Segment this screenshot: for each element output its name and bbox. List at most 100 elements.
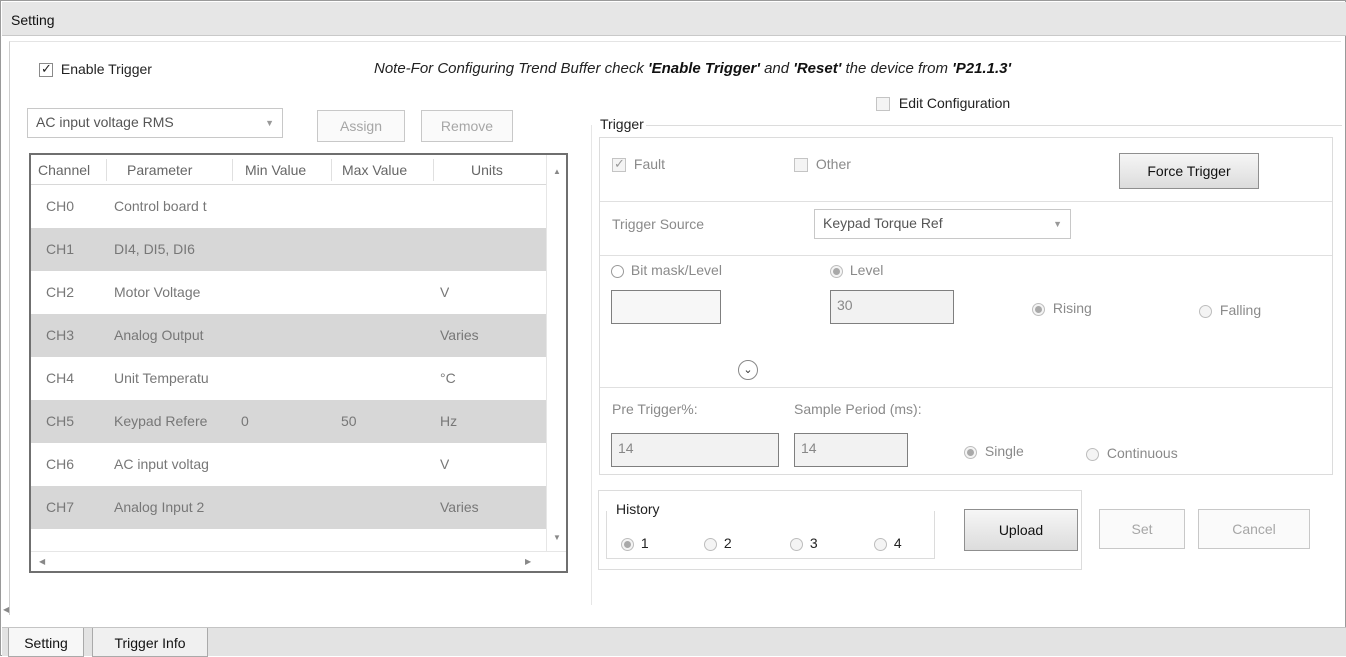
radio-icon (830, 264, 843, 278)
single-radio[interactable]: Single (964, 443, 1024, 459)
cell-channel: CH1 (46, 241, 75, 257)
scroll-left-icon[interactable]: ◀ (39, 557, 45, 566)
history-option-label: 1 (640, 535, 649, 551)
divider (600, 201, 1332, 202)
trigger-group-left-border (591, 125, 592, 605)
single-label: Single (984, 443, 1024, 459)
table-row[interactable]: CH1 DI4, DI5, DI6 (31, 228, 546, 271)
continuous-radio[interactable]: Continuous (1086, 445, 1178, 461)
cell-units: Hz (440, 413, 458, 429)
radio-icon (1199, 304, 1212, 318)
header-separator (433, 159, 434, 181)
upload-button[interactable]: Upload (964, 509, 1078, 551)
trigger-group-border (646, 125, 1342, 126)
radio-icon (874, 537, 887, 551)
header-units: Units (471, 162, 503, 178)
table-row[interactable]: CH2 Motor Voltage V (31, 271, 546, 314)
enable-trigger-checkbox[interactable]: Enable Trigger (39, 61, 152, 78)
scroll-left-icon[interactable]: ◀ (3, 605, 9, 614)
cell-units: Varies (440, 327, 479, 343)
trigger-source-value: Keypad Torque Ref (823, 215, 943, 231)
other-label: Other (815, 156, 851, 172)
history-option-1[interactable]: 1 (621, 535, 649, 551)
table-row[interactable]: CH5 Keypad Refere 0 50 Hz (31, 400, 546, 443)
level-input[interactable]: 30 (830, 290, 954, 324)
radio-icon (1032, 302, 1045, 316)
cancel-button[interactable]: Cancel (1198, 509, 1310, 549)
cell-channel: CH0 (46, 198, 75, 214)
fault-checkbox[interactable]: Fault (612, 156, 665, 173)
header-separator (106, 159, 107, 181)
radio-icon (611, 264, 624, 278)
horizontal-scrollbar[interactable]: ◀ ▶ (31, 551, 566, 571)
scroll-right-icon[interactable]: ▶ (525, 557, 531, 566)
force-trigger-button[interactable]: Force Trigger (1119, 153, 1259, 189)
edit-configuration-check-icon (876, 97, 890, 112)
rising-radio[interactable]: Rising (1032, 300, 1092, 316)
cell-channel: CH2 (46, 284, 75, 300)
table-row[interactable]: CH3 Analog Output Varies (31, 314, 546, 357)
table-row[interactable]: CH0 Control board t (31, 185, 546, 228)
setting-window: Setting Enable Trigger Note-For Configur… (0, 0, 1346, 657)
scroll-down-icon[interactable]: ▼ (553, 533, 561, 542)
cell-parameter: Analog Input 2 (114, 499, 205, 515)
sample-period-input[interactable]: 14 (794, 433, 908, 467)
table-row[interactable]: CH4 Unit Temperatu °C (31, 357, 546, 400)
bitmask-input[interactable] (611, 290, 721, 324)
trigger-source-select[interactable]: Keypad Torque Ref ▼ (814, 209, 1071, 239)
cell-parameter: Motor Voltage (114, 284, 201, 300)
level-label: Level (849, 262, 884, 278)
rising-label: Rising (1052, 300, 1092, 316)
tab-setting[interactable]: Setting (8, 628, 84, 657)
continuous-label: Continuous (1106, 445, 1178, 461)
tab-bar: Setting Trigger Info (2, 627, 1346, 657)
cell-parameter: Keypad Refere (114, 413, 208, 429)
remove-button[interactable]: Remove (421, 110, 513, 142)
cell-parameter: Control board t (114, 198, 207, 214)
vertical-scrollbar[interactable]: ▲ ▼ (546, 155, 566, 551)
other-check-icon (794, 158, 808, 173)
level-radio[interactable]: Level (830, 262, 883, 278)
chevron-down-icon: ▼ (265, 118, 274, 128)
falling-radio[interactable]: Falling (1199, 302, 1261, 318)
radio-icon (1086, 447, 1099, 461)
divider (600, 255, 1332, 256)
cell-units: Varies (440, 499, 479, 515)
note-device-from: the device from (841, 60, 953, 77)
note-and: and (759, 60, 794, 77)
header-separator (331, 159, 332, 181)
sample-period-label: Sample Period (ms): (794, 401, 922, 417)
edit-configuration-checkbox[interactable]: Edit Configuration (876, 95, 1011, 112)
radio-icon (790, 537, 803, 551)
history-option-4[interactable]: 4 (874, 535, 902, 551)
assign-button[interactable]: Assign (317, 110, 405, 142)
history-option-2[interactable]: 2 (704, 535, 732, 551)
cell-units: °C (440, 370, 456, 386)
window-title-bar: Setting (2, 2, 1346, 36)
trend-buffer-note: Note-For Configuring Trend Buffer check … (374, 60, 1011, 77)
header-separator (232, 159, 233, 181)
history-option-3[interactable]: 3 (790, 535, 818, 551)
expand-chevron-icon[interactable]: ⌄ (738, 360, 758, 380)
pre-trigger-input[interactable]: 14 (611, 433, 779, 467)
set-button[interactable]: Set (1099, 509, 1185, 549)
scroll-up-icon[interactable]: ▲ (553, 167, 561, 176)
header-parameter: Parameter (127, 162, 193, 178)
table-row[interactable]: CH7 Analog Input 2 Varies (31, 486, 546, 529)
parameter-select-value: AC input voltage RMS (36, 114, 174, 130)
enable-trigger-label: Enable Trigger (60, 61, 152, 77)
edit-configuration-label: Edit Configuration (898, 95, 1011, 111)
cell-channel: CH3 (46, 327, 75, 343)
note-enable-trigger: 'Enable Trigger' (648, 60, 760, 77)
pre-trigger-label: Pre Trigger%: (612, 401, 698, 417)
history-option-label: 2 (723, 535, 732, 551)
table-row[interactable]: CH6 AC input voltag V (31, 443, 546, 486)
history-option-label: 3 (809, 535, 818, 551)
channel-grid: Channel Parameter Min Value Max Value Un… (29, 153, 568, 573)
cell-max: 50 (341, 413, 357, 429)
parameter-select[interactable]: AC input voltage RMS ▼ (27, 108, 283, 138)
tab-trigger-info[interactable]: Trigger Info (92, 628, 208, 657)
other-checkbox[interactable]: Other (794, 156, 851, 173)
cell-units: V (440, 456, 450, 472)
bitmask-level-radio[interactable]: Bit mask/Level (611, 262, 722, 278)
